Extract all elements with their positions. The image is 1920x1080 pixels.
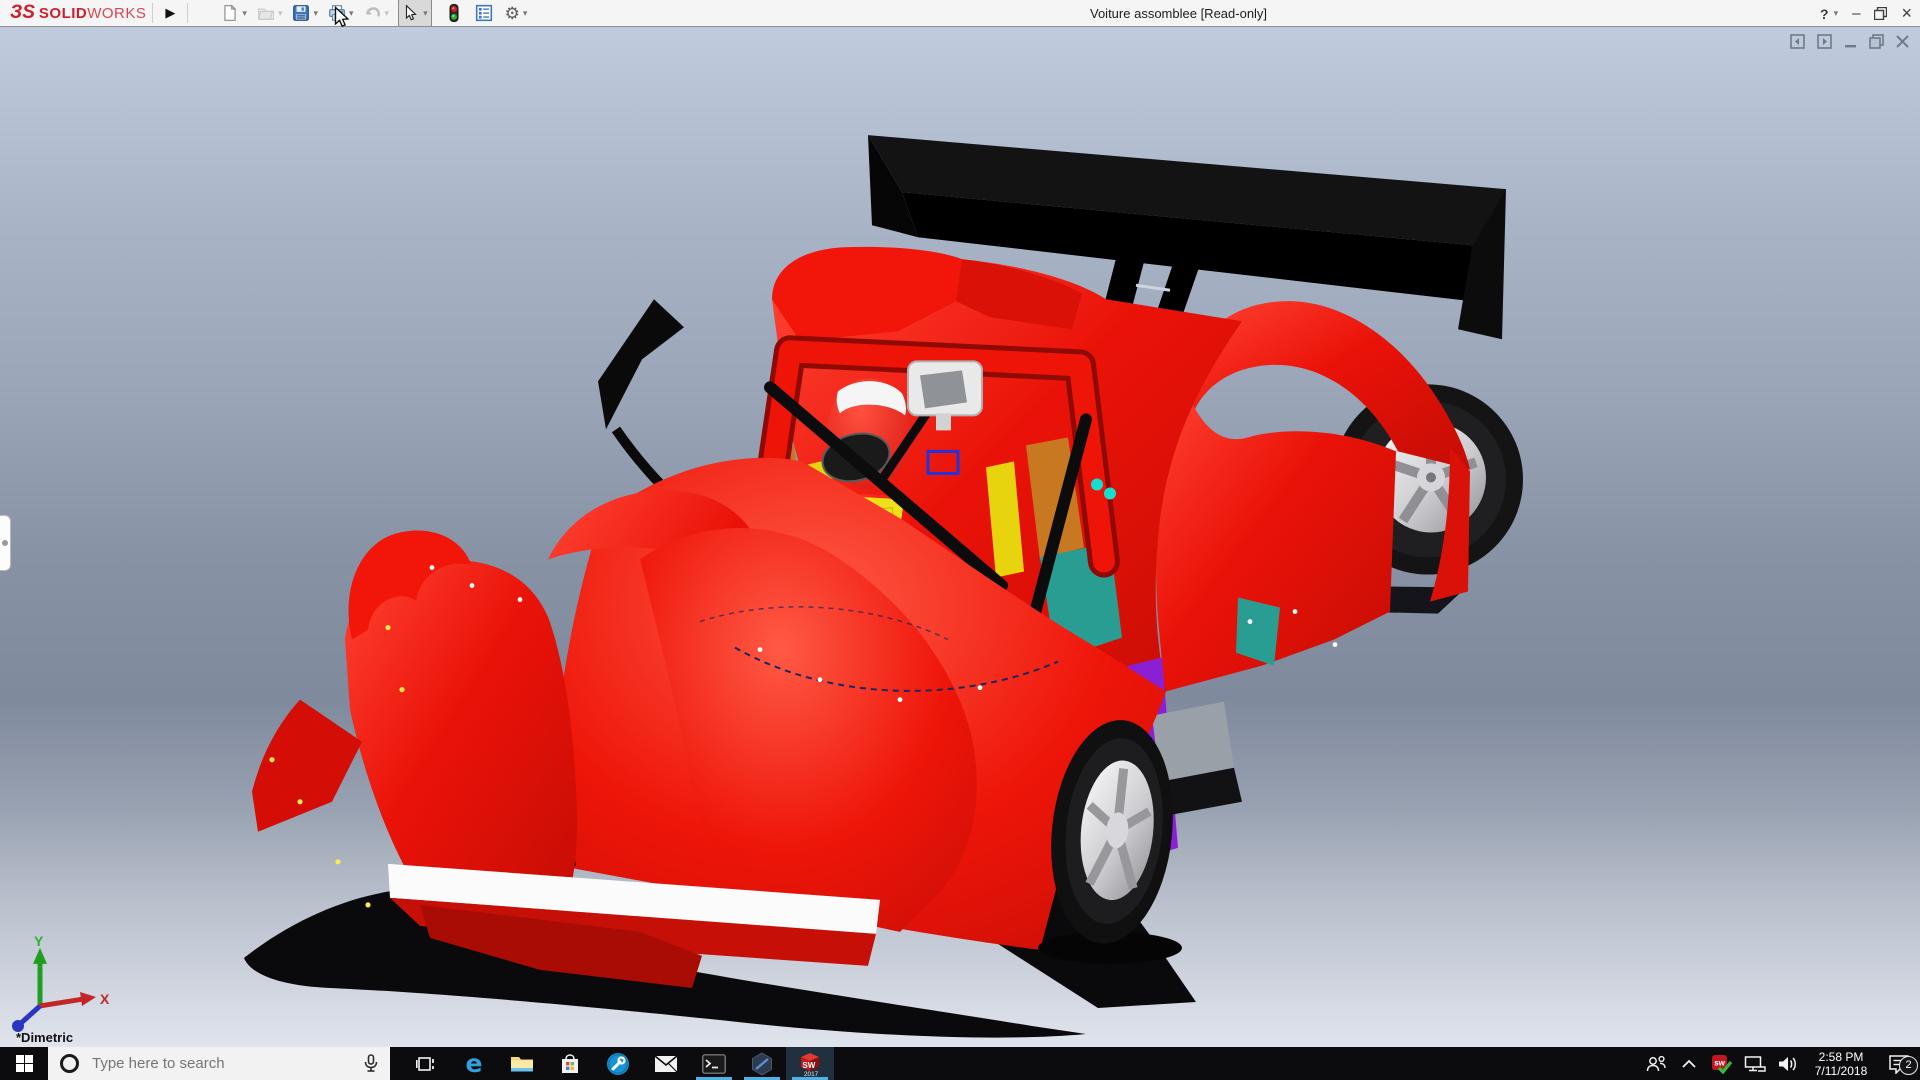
solidworks-logo-works: WORKS xyxy=(87,5,146,22)
solidworks-logo: ЗS SOLID WORKS xyxy=(10,2,146,24)
save-dropdown[interactable]: ▾ xyxy=(313,8,318,19)
system-tray: sw 2:58 PM 7/11/2018 xyxy=(1644,1047,1920,1080)
help-button[interactable]: ? xyxy=(1820,6,1829,22)
undo-dropdown[interactable]: ▾ xyxy=(385,8,390,19)
new-document-dropdown[interactable]: ▾ xyxy=(242,8,247,19)
separator xyxy=(187,3,188,23)
new-document-icon xyxy=(221,4,239,22)
open-button[interactable]: ▾ xyxy=(256,1,284,25)
window-controls: ? ▾ – × xyxy=(1820,0,1912,27)
save-button[interactable]: ▾ xyxy=(291,1,319,25)
microphone-icon[interactable] xyxy=(362,1054,380,1078)
file-properties-icon xyxy=(475,4,493,22)
window-title: Voiture assomblee [Read-only] xyxy=(1090,6,1267,21)
action-center-button[interactable]: 2 xyxy=(1882,1054,1916,1074)
view-orientation-label: *Dimetric xyxy=(16,1030,73,1045)
tray-chevron-up-icon[interactable] xyxy=(1677,1059,1701,1069)
document-window-controls xyxy=(1790,34,1910,49)
gear-icon: ⚙ xyxy=(505,5,520,22)
taskbar-search[interactable] xyxy=(48,1047,390,1080)
taskbar-clock[interactable]: 2:58 PM 7/11/2018 xyxy=(1809,1050,1873,1078)
select-button[interactable]: ▾ xyxy=(398,0,432,27)
options-button[interactable]: ⚙ ▾ xyxy=(504,1,529,25)
triad-x-label: X xyxy=(100,991,110,1007)
options-dropdown[interactable]: ▾ xyxy=(523,8,528,19)
doc-minimize-button[interactable] xyxy=(1844,34,1858,49)
triad-y-label: Y xyxy=(34,933,44,949)
clock-time: 2:58 PM xyxy=(1809,1050,1873,1064)
wrench-circle-icon xyxy=(606,1052,630,1076)
composer-button[interactable] xyxy=(738,1047,786,1080)
new-document-button[interactable]: ▾ xyxy=(220,1,248,25)
print-dropdown[interactable]: ▾ xyxy=(349,8,354,19)
menu-flyout-button[interactable]: ▶ xyxy=(159,5,181,21)
print-icon xyxy=(328,4,346,22)
settings-tool-button[interactable] xyxy=(594,1047,642,1080)
tray-sw-text: sw xyxy=(1714,1058,1725,1067)
store-icon xyxy=(559,1053,581,1075)
task-view-button[interactable] xyxy=(402,1047,450,1080)
sw-cube-text: SW xyxy=(802,1061,815,1070)
help-dropdown[interactable]: ▾ xyxy=(1834,8,1839,19)
separator xyxy=(152,3,153,23)
mail-button[interactable] xyxy=(642,1047,690,1080)
file-properties-button[interactable] xyxy=(474,1,494,25)
mail-icon xyxy=(654,1055,678,1073)
cortana-icon xyxy=(60,1054,79,1073)
pane-left-button[interactable] xyxy=(1790,34,1806,49)
volume-icon[interactable] xyxy=(1776,1055,1800,1073)
feature-panel-collapse-handle[interactable] xyxy=(0,515,11,571)
rebuild-traffic-light-icon xyxy=(445,4,463,22)
minimize-button[interactable]: – xyxy=(1852,5,1860,22)
notification-badge: 2 xyxy=(1899,1056,1918,1075)
file-explorer-icon xyxy=(510,1054,534,1074)
open-dropdown[interactable]: ▾ xyxy=(278,8,283,19)
race-car-model: Y X xyxy=(0,27,1920,1047)
select-cursor-icon xyxy=(402,4,420,22)
panel-handle-dot xyxy=(2,540,8,546)
solidworks-resource-monitor-icon[interactable]: sw xyxy=(1710,1054,1734,1074)
people-icon[interactable] xyxy=(1644,1055,1668,1073)
restore-button[interactable] xyxy=(1874,7,1887,20)
graphics-viewport[interactable]: Y X *Dimetric xyxy=(0,27,1920,1047)
network-icon[interactable] xyxy=(1743,1055,1767,1073)
select-dropdown[interactable]: ▾ xyxy=(423,8,428,19)
rebuild-button[interactable] xyxy=(444,1,464,25)
start-button[interactable] xyxy=(0,1047,48,1080)
solidworks-taskbar-button[interactable]: SW 2017 xyxy=(786,1047,834,1080)
close-button[interactable]: × xyxy=(1901,3,1912,24)
task-view-icon xyxy=(416,1054,436,1074)
command-prompt-button[interactable] xyxy=(690,1047,738,1080)
file-explorer-button[interactable] xyxy=(498,1047,546,1080)
undo-button[interactable]: ▾ xyxy=(363,1,391,25)
windows-logo-icon xyxy=(16,1055,33,1072)
solidworks-logo-solid: SOLID xyxy=(39,5,87,22)
hexagon-app-icon xyxy=(750,1052,774,1076)
solidworks-logo-glyph: ЗS xyxy=(10,2,35,24)
print-button[interactable]: ▾ xyxy=(327,1,355,25)
clock-date: 7/11/2018 xyxy=(1809,1064,1873,1078)
undo-icon xyxy=(364,4,382,22)
orientation-triad: Y X xyxy=(12,933,110,1032)
store-button[interactable] xyxy=(546,1047,594,1080)
solidworks-app-icon: SW 2017 xyxy=(797,1050,823,1077)
doc-restore-button[interactable] xyxy=(1869,34,1884,49)
doc-close-button[interactable] xyxy=(1895,34,1910,49)
command-prompt-icon xyxy=(702,1054,726,1074)
open-icon xyxy=(257,4,275,22)
edge-icon: e xyxy=(466,1051,483,1076)
title-bar: ЗS SOLID WORKS ▶ ▾ ▾ ▾ xyxy=(0,0,1920,27)
pane-right-button[interactable] xyxy=(1817,34,1833,49)
edge-button[interactable]: e xyxy=(450,1047,498,1080)
search-input[interactable] xyxy=(48,1047,390,1080)
save-icon xyxy=(292,4,310,22)
sw-year-text: 2017 xyxy=(804,1071,819,1077)
taskbar-apps: e xyxy=(402,1047,834,1080)
windows-taskbar: e xyxy=(0,1047,1920,1080)
